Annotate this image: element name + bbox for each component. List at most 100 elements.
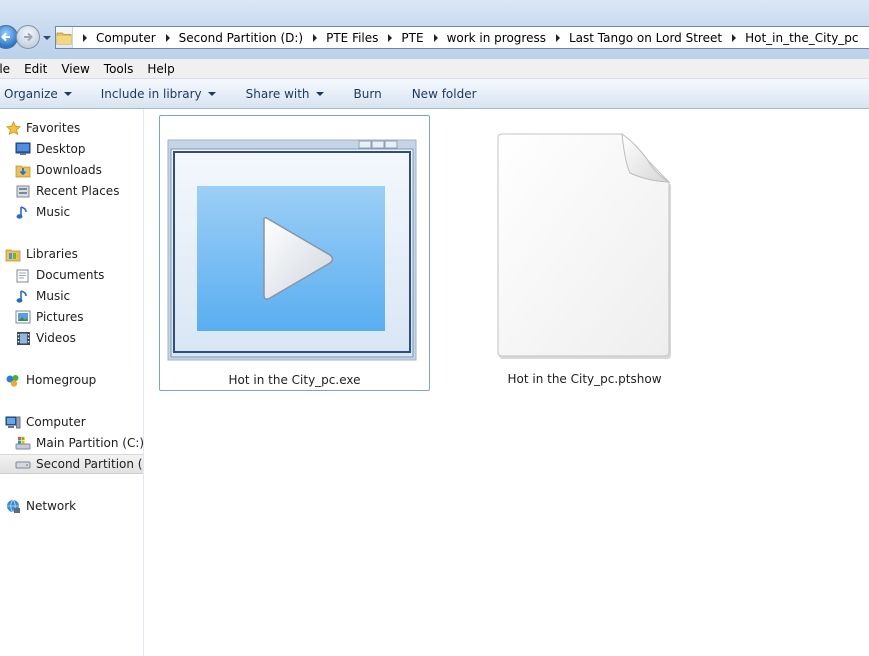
forward-arrow-icon xyxy=(24,32,33,42)
breadcrumb-item[interactable]: Last Tango on Lord Street xyxy=(546,31,722,45)
file-item-ptshow[interactable]: Hot in the City_pc.ptshow xyxy=(449,115,720,391)
nav-homegroup[interactable]: Homegroup xyxy=(5,370,96,390)
file-list: Hot in the City_pc.exe Hot in the City_p… xyxy=(144,109,869,656)
breadcrumb-separator-icon[interactable] xyxy=(165,33,170,42)
breadcrumb-label: Computer xyxy=(96,30,156,45)
nav-item-music-fav[interactable]: Music xyxy=(15,202,70,222)
breadcrumb-item[interactable]: Computer xyxy=(73,31,156,45)
breadcrumb-separator-icon[interactable] xyxy=(313,33,318,42)
breadcrumb-label: PTE xyxy=(401,30,424,45)
nav-item-videos-label: Videos xyxy=(36,331,76,345)
share-with-button[interactable]: Share with xyxy=(246,87,324,101)
include-in-library-label: Include in library xyxy=(100,86,202,101)
blank-document-icon xyxy=(497,132,673,359)
downloads-folder-icon xyxy=(15,162,31,178)
nav-item-recent-places[interactable]: Recent Places xyxy=(15,181,119,201)
documents-icon xyxy=(15,267,31,283)
folder-icon xyxy=(56,27,73,48)
nav-item-videos[interactable]: Videos xyxy=(15,328,76,348)
nav-item-music-fav-label: Music xyxy=(36,205,71,219)
nav-item-documents-label: Documents xyxy=(36,268,105,282)
chevron-down-icon xyxy=(43,36,51,40)
nav-item-music-lib-label: Music xyxy=(36,289,71,303)
music-note-icon xyxy=(15,288,31,304)
nav-favorites-label: Favorites xyxy=(26,121,81,135)
breadcrumb-separator-icon[interactable] xyxy=(555,33,560,42)
file-item-exe[interactable]: Hot in the City_pc.exe xyxy=(159,115,430,391)
desktop-icon xyxy=(15,141,31,157)
nav-libraries[interactable]: Libraries xyxy=(5,244,78,264)
nav-item-desktop-label: Desktop xyxy=(36,142,86,156)
recent-pages-button[interactable] xyxy=(42,32,52,42)
breadcrumb-item[interactable]: Hot_in_the_City_pc xyxy=(722,30,859,45)
computer-icon xyxy=(5,414,21,430)
chevron-down-icon xyxy=(315,91,324,96)
nav-homegroup-label: Homegroup xyxy=(26,373,97,387)
nav-favorites[interactable]: Favorites xyxy=(5,118,80,138)
command-bar: Organize Include in library Share with B… xyxy=(0,79,869,109)
nav-computer-label: Computer xyxy=(26,415,86,429)
menu-view[interactable]: View xyxy=(54,62,96,76)
breadcrumb-item[interactable]: PTE Files xyxy=(303,31,378,45)
system-drive-icon xyxy=(15,435,31,451)
new-folder-button[interactable]: New folder xyxy=(412,87,477,101)
nav-item-documents[interactable]: Documents xyxy=(15,265,104,285)
nav-computer[interactable]: Computer xyxy=(5,412,86,432)
organize-label: Organize xyxy=(4,86,58,101)
video-executable-icon xyxy=(167,139,417,361)
breadcrumb-label: work in progress xyxy=(446,30,546,45)
menu-help[interactable]: Help xyxy=(140,62,181,76)
navigation-pane: Favorites Desktop Downloads Recent Place… xyxy=(0,109,144,656)
breadcrumb-item[interactable]: Second Partition (D:) xyxy=(156,31,303,45)
nav-item-second-partition[interactable]: Second Partition (D:) xyxy=(0,454,143,474)
burn-label: Burn xyxy=(353,86,382,101)
nav-item-main-partition[interactable]: Main Partition (C:) xyxy=(15,433,143,453)
film-strip-icon xyxy=(15,330,31,346)
star-icon xyxy=(5,120,21,136)
nav-item-downloads[interactable]: Downloads xyxy=(15,160,102,180)
nav-item-music-lib[interactable]: Music xyxy=(15,286,70,306)
music-note-icon xyxy=(15,204,31,220)
forward-button[interactable] xyxy=(16,25,40,49)
recent-places-icon xyxy=(15,183,31,199)
burn-button[interactable]: Burn xyxy=(354,87,382,101)
breadcrumb-separator-icon[interactable] xyxy=(732,33,737,42)
breadcrumb-separator-icon[interactable] xyxy=(433,33,438,42)
network-icon xyxy=(5,498,21,514)
breadcrumb-item[interactable]: work in progress xyxy=(424,31,546,45)
file-name-ptshow: Hot in the City_pc.ptshow xyxy=(507,372,662,386)
breadcrumb-label: Second Partition (D:) xyxy=(178,30,304,45)
chevron-down-icon xyxy=(207,91,216,96)
address-field[interactable]: Computer Second Partition (D:) PTE Files PT… xyxy=(55,26,869,49)
share-with-label: Share with xyxy=(245,86,310,101)
breadcrumb-label: Hot_in_the_City_pc xyxy=(745,30,859,45)
libraries-icon xyxy=(5,246,21,262)
nav-item-desktop[interactable]: Desktop xyxy=(15,139,86,159)
breadcrumb-item[interactable]: PTE xyxy=(378,30,424,45)
menu-file[interactable]: ile xyxy=(0,62,17,76)
nav-item-second-partition-label: Second Partition (D:) xyxy=(36,457,143,471)
nav-item-pictures-label: Pictures xyxy=(36,310,84,324)
breadcrumb-label: Last Tango on Lord Street xyxy=(568,30,723,45)
breadcrumb-separator-icon[interactable] xyxy=(388,33,393,42)
nav-item-downloads-label: Downloads xyxy=(36,163,102,177)
menu-tools[interactable]: Tools xyxy=(97,62,141,76)
menu-edit[interactable]: Edit xyxy=(17,62,54,76)
nav-network-label: Network xyxy=(26,499,77,513)
nav-network[interactable]: Network xyxy=(5,496,76,516)
include-in-library-button[interactable]: Include in library xyxy=(101,87,216,101)
nav-item-pictures[interactable]: Pictures xyxy=(15,307,84,327)
nav-item-recent-places-label: Recent Places xyxy=(36,184,120,198)
nav-libraries-label: Libraries xyxy=(26,247,78,261)
drive-icon xyxy=(15,456,31,472)
breadcrumb-separator-icon[interactable] xyxy=(83,33,87,42)
organize-button[interactable]: Organize xyxy=(4,87,72,101)
new-folder-label: New folder xyxy=(411,86,477,101)
homegroup-icon xyxy=(5,372,21,388)
pictures-icon xyxy=(15,309,31,325)
breadcrumb-label: PTE Files xyxy=(326,30,379,45)
address-bar-area: Computer Second Partition (D:) PTE Files PT… xyxy=(0,0,869,59)
breadcrumb-item[interactable]: Hot in the C xyxy=(859,31,869,45)
chevron-down-icon xyxy=(63,91,72,96)
menu-bar: ile Edit View Tools Help xyxy=(0,59,869,79)
